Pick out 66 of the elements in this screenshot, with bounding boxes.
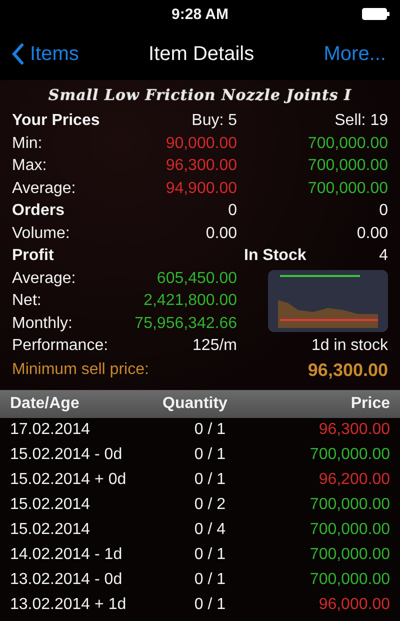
table-cell-text: 0 / 1	[193, 446, 227, 464]
table-cell-text: 0 / 1	[193, 471, 227, 489]
back-button[interactable]: Items	[12, 42, 79, 66]
table-cell-text: 14.02.2014 - 1d	[10, 546, 124, 564]
table-cell-text: 96,000.00	[318, 596, 390, 614]
table-cell-text: 17.02.2014	[10, 421, 92, 439]
column-header: Price	[350, 394, 390, 412]
table-cell-text: 0 / 4	[193, 521, 227, 539]
section-heading: Profit	[12, 246, 55, 266]
table-cell-text: 700,000.00	[308, 496, 390, 514]
table-cell-text: 13.02.2014 - 0d	[10, 571, 124, 589]
status-time: 9:28 AM	[172, 6, 228, 22]
column-header: Date/Age	[10, 394, 80, 412]
buy-value: 0	[227, 201, 237, 221]
buy-value: 94,900.00	[164, 178, 237, 198]
table-cell-text: 0 / 1	[193, 596, 227, 614]
buy-value: 96,300.00	[164, 156, 237, 176]
table-cell-text: 15.02.2014 + 0d	[10, 471, 128, 489]
sell-value: 700,000.00	[306, 156, 388, 176]
sell-value: 0.00	[356, 224, 388, 244]
buy-header: Buy: 5	[190, 111, 237, 131]
profit-value: 2,421,800.00	[142, 291, 237, 311]
table-cell-text: 700,000.00	[308, 521, 390, 539]
stock-count: 4	[379, 246, 388, 266]
stock-age: 1d in stock	[310, 336, 388, 356]
table-cell-text: 15.02.2014 - 0d	[10, 446, 124, 464]
buy-value: 90,000.00	[164, 134, 237, 154]
row-label: Performance:	[12, 336, 110, 356]
sell-header: Sell: 19	[334, 111, 388, 131]
table-cell-text: 700,000.00	[308, 446, 390, 464]
sell-value: 700,000.00	[306, 134, 388, 154]
table-cell-text: 700,000.00	[308, 571, 390, 589]
section-heading: Orders	[12, 201, 66, 221]
table-cell-text: 15.02.2014	[10, 496, 92, 514]
row-label: Average:	[12, 268, 77, 288]
profit-value: 75,956,342.66	[134, 314, 237, 334]
section-heading: In Stock	[244, 246, 306, 266]
row-label: Net:	[12, 291, 42, 311]
sell-value: 0	[378, 201, 388, 221]
item-name: Small Low Friction Nozzle Joints I	[48, 86, 352, 104]
table-cell-text: 13.02.2014 + 1d	[10, 596, 128, 614]
row-label: Volume:	[12, 224, 71, 244]
column-header: Quantity	[162, 394, 228, 412]
profit-value: 605,450.00	[156, 268, 237, 288]
performance-value: 125/m	[192, 336, 237, 356]
table-cell-text: 96,200.00	[318, 471, 390, 489]
table-cell-text: 700,000.00	[308, 546, 390, 564]
row-label: Min:	[12, 134, 44, 154]
table-cell-text: 0 / 1	[193, 421, 227, 439]
table-cell-text: 0 / 1	[193, 571, 227, 589]
table-cell-text: 96,300.00	[318, 421, 390, 439]
sell-value: 700,000.00	[306, 178, 388, 198]
section-heading: Your Prices	[12, 111, 101, 131]
more-button[interactable]: More...	[324, 42, 386, 66]
battery-icon	[362, 8, 390, 20]
buy-value: 0.00	[204, 224, 237, 244]
row-label: Average:	[12, 178, 77, 198]
minimum-sell-value: 96,300.00	[308, 358, 388, 382]
back-chevron-icon	[12, 43, 24, 65]
row-label: Monthly:	[12, 314, 74, 334]
row-label: Max:	[12, 156, 48, 176]
table-cell-text: 15.02.2014	[10, 521, 92, 539]
row-label: Minimum sell price:	[12, 360, 149, 380]
table-cell-text: 0 / 1	[193, 546, 227, 564]
table-cell-text: 0 / 2	[193, 496, 227, 514]
screen-title: Item Details	[148, 42, 254, 66]
